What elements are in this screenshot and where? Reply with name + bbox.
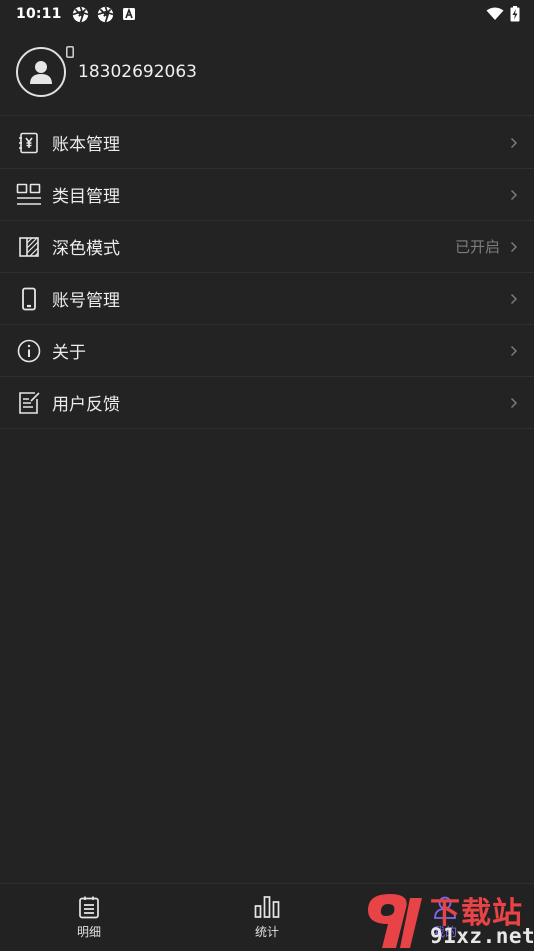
menu-item-feedback[interactable]: 用户反馈 (0, 377, 534, 429)
chevron-right-icon (510, 293, 518, 305)
menu-item-label: 关于 (52, 343, 86, 363)
avatar[interactable] (16, 45, 74, 97)
wifi-icon (486, 7, 504, 20)
notification-a-icon (122, 7, 135, 20)
menu-item-about[interactable]: 关于 (0, 325, 534, 377)
tab-label: 明细 (76, 925, 101, 939)
phone-icon (16, 286, 42, 312)
chevron-right-icon (510, 345, 518, 357)
user-avatar-icon (30, 60, 52, 84)
chevron-right-icon (510, 189, 518, 201)
menu-item-label: 账号管理 (52, 291, 120, 311)
phone-number: 18302692063 (78, 61, 197, 82)
info-icon (16, 338, 42, 364)
bar-chart-icon (254, 896, 280, 918)
menu-item-category[interactable]: 类目管理 (0, 169, 534, 221)
aperture-icon (97, 6, 113, 22)
status-bar: 10:11 (0, 0, 534, 28)
menu-item-label: 深色模式 (52, 239, 120, 259)
tab-statistics[interactable]: 统计 (178, 884, 356, 951)
tab-label: 统计 (254, 925, 279, 939)
user-icon (434, 896, 456, 919)
tab-label: 我的 (432, 925, 457, 939)
ledger-yuan-icon (16, 130, 42, 156)
status-time: 10:11 (16, 6, 62, 22)
category-icon (16, 182, 42, 208)
profile-header[interactable]: 18302692063 (0, 28, 534, 116)
bottom-nav: 明细 统计 我的 (0, 883, 534, 951)
menu-item-label: 账本管理 (52, 135, 120, 155)
aperture-icon (72, 6, 88, 22)
chevron-right-icon (510, 397, 518, 409)
settings-menu: 账本管理 类目管理 深色模式 已开启 账号管理 关于 用户反馈 (0, 117, 534, 429)
phone-badge-icon (66, 45, 74, 58)
chevron-right-icon (510, 241, 518, 253)
menu-item-label: 类目管理 (52, 187, 120, 207)
list-icon (79, 896, 99, 919)
tab-details[interactable]: 明细 (0, 884, 178, 951)
dark-mode-icon (16, 234, 42, 260)
chevron-right-icon (510, 137, 518, 149)
menu-item-dark-mode[interactable]: 深色模式 已开启 (0, 221, 534, 273)
menu-item-account[interactable]: 账号管理 (0, 273, 534, 325)
tab-mine[interactable]: 我的 (356, 884, 534, 951)
menu-item-label: 用户反馈 (52, 395, 120, 415)
feedback-icon (16, 390, 42, 416)
menu-item-ledger[interactable]: 账本管理 (0, 117, 534, 169)
battery-charging-icon (510, 6, 520, 22)
dark-mode-status: 已开启 (454, 238, 500, 256)
